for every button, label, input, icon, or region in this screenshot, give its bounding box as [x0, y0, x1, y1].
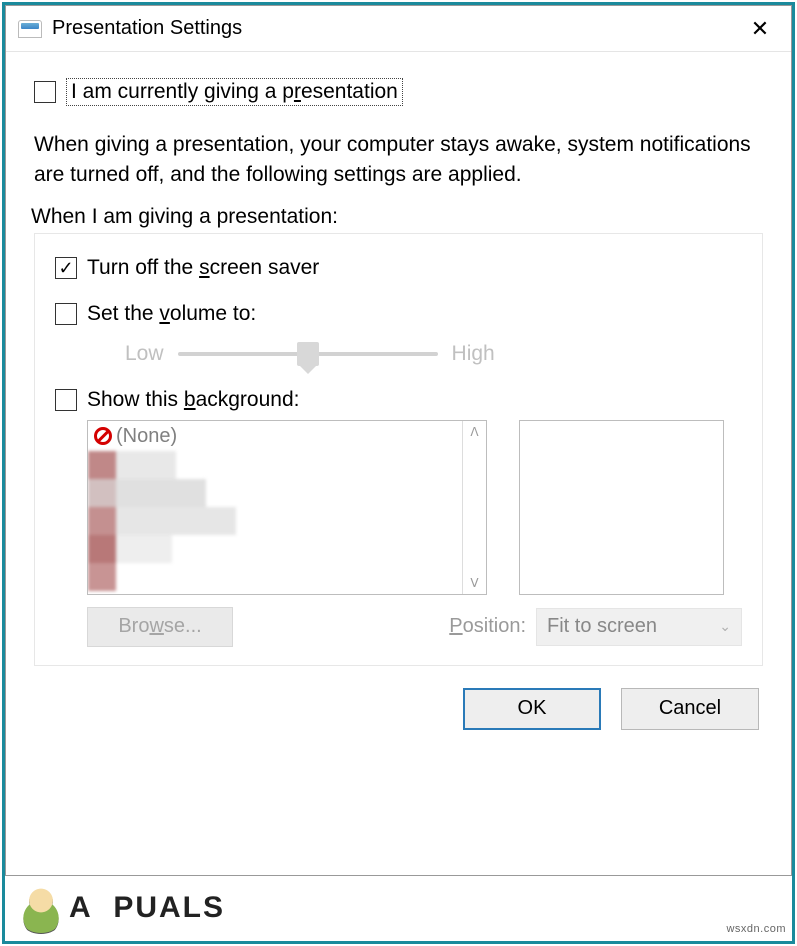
volume-low-label: Low	[125, 342, 164, 366]
watermark: A PUALS	[15, 883, 225, 933]
brand-text: A PUALS	[69, 891, 225, 925]
presenting-label: I am currently giving a presentation	[66, 78, 403, 106]
dialog-content: I am currently giving a presentation Whe…	[6, 52, 791, 746]
list-item[interactable]: (None)	[94, 425, 456, 448]
projector-icon	[18, 20, 42, 38]
presenting-checkbox[interactable]	[34, 81, 56, 103]
presenting-row: I am currently giving a presentation	[34, 78, 763, 106]
background-listbox[interactable]: (None) ᐱ ᐯ	[87, 420, 487, 595]
background-preview	[519, 420, 724, 595]
footer-buttons: OK Cancel	[34, 688, 763, 730]
listbox-scrollbar[interactable]: ᐱ ᐯ	[462, 421, 486, 594]
scroll-down-icon: ᐯ	[470, 576, 478, 590]
scroll-up-icon: ᐱ	[470, 425, 478, 439]
volume-high-label: High	[452, 342, 495, 366]
titlebar: Presentation Settings ✕	[6, 6, 791, 52]
browse-button[interactable]: Browse...	[87, 607, 233, 647]
volume-checkbox[interactable]	[55, 303, 77, 325]
volume-row: Set the volume to:	[55, 302, 742, 326]
description-text: When giving a presentation, your compute…	[34, 130, 763, 191]
prohibited-icon	[94, 427, 112, 445]
titlebar-left: Presentation Settings	[18, 17, 242, 40]
section-label: When I am giving a presentation:	[31, 205, 763, 229]
listbox-inner: (None)	[88, 421, 462, 594]
position-value: Fit to screen	[547, 615, 657, 638]
background-checkbox[interactable]	[55, 389, 77, 411]
close-button[interactable]: ✕	[737, 6, 783, 52]
screensaver-label: Turn off the screen saver	[87, 256, 319, 280]
chevron-down-icon: ⌄	[719, 618, 731, 635]
screensaver-row: Turn off the screen saver	[55, 256, 742, 280]
source-text: wsxdn.com	[726, 923, 786, 935]
volume-slider[interactable]	[178, 352, 438, 356]
ok-button[interactable]: OK	[463, 688, 601, 730]
dialog-window: Presentation Settings ✕ I am currently g…	[5, 5, 792, 876]
mascot-icon	[15, 883, 67, 933]
screensaver-checkbox[interactable]	[55, 257, 77, 279]
none-label: (None)	[116, 425, 177, 448]
cancel-button[interactable]: Cancel	[621, 688, 759, 730]
window-title: Presentation Settings	[52, 17, 242, 40]
volume-slider-row: Low High	[55, 342, 742, 366]
redacted-list-items	[88, 451, 268, 591]
slider-thumb-icon	[297, 342, 319, 366]
background-row: Show this background:	[55, 388, 742, 412]
background-label: Show this background:	[87, 388, 299, 412]
background-area: (None) ᐱ ᐯ	[55, 420, 742, 595]
position-label: Position:	[449, 615, 526, 638]
close-icon: ✕	[751, 16, 769, 42]
outer-frame: Presentation Settings ✕ I am currently g…	[2, 2, 795, 944]
volume-label: Set the volume to:	[87, 302, 256, 326]
position-select[interactable]: Fit to screen ⌄	[536, 608, 742, 646]
settings-group: Turn off the screen saver Set the volume…	[34, 233, 763, 666]
below-list-row: Browse... Position: Fit to screen ⌄	[55, 607, 742, 647]
